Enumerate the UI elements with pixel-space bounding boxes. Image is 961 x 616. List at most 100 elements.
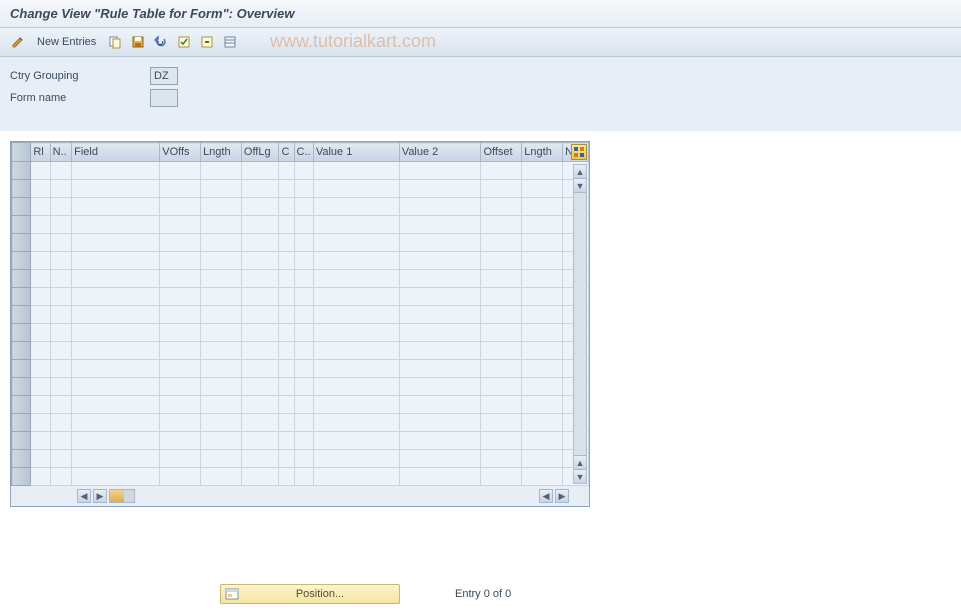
table-cell[interactable] <box>481 432 522 450</box>
col-header-rl[interactable]: Rl <box>31 143 50 162</box>
table-cell[interactable] <box>241 180 279 198</box>
table-cell[interactable] <box>160 414 201 432</box>
col-header-lngth[interactable]: Lngth <box>201 143 242 162</box>
col-header-val1[interactable]: Value 1 <box>313 143 399 162</box>
new-entries-button[interactable]: New Entries <box>31 34 102 50</box>
row-selector[interactable] <box>12 216 31 234</box>
table-cell[interactable] <box>50 324 71 342</box>
table-cell[interactable] <box>160 180 201 198</box>
table-cell[interactable] <box>313 162 399 180</box>
table-cell[interactable] <box>313 432 399 450</box>
table-cell[interactable] <box>481 414 522 432</box>
hscroll-thumb[interactable] <box>110 490 124 502</box>
table-cell[interactable] <box>201 270 242 288</box>
table-cell[interactable] <box>201 396 242 414</box>
table-cell[interactable] <box>50 234 71 252</box>
table-cell[interactable] <box>201 324 242 342</box>
table-cell[interactable] <box>31 234 50 252</box>
table-cell[interactable] <box>31 180 50 198</box>
table-cell[interactable] <box>241 306 279 324</box>
table-cell[interactable] <box>50 432 71 450</box>
table-cell[interactable] <box>279 180 294 198</box>
table-cell[interactable] <box>399 396 481 414</box>
scroll-up-icon[interactable]: ▲ <box>574 165 586 179</box>
table-cell[interactable] <box>481 288 522 306</box>
table-cell[interactable] <box>279 162 294 180</box>
table-cell[interactable] <box>522 216 563 234</box>
table-cell[interactable] <box>481 396 522 414</box>
table-cell[interactable] <box>313 270 399 288</box>
table-cell[interactable] <box>313 378 399 396</box>
table-cell[interactable] <box>294 162 313 180</box>
table-cell[interactable] <box>522 288 563 306</box>
col-header-lngth2[interactable]: Lngth <box>522 143 563 162</box>
table-cell[interactable] <box>313 288 399 306</box>
table-config-icon[interactable] <box>571 144 587 160</box>
table-cell[interactable] <box>279 342 294 360</box>
table-cell[interactable] <box>481 360 522 378</box>
table-cell[interactable] <box>241 162 279 180</box>
table-cell[interactable] <box>522 234 563 252</box>
table-cell[interactable] <box>522 198 563 216</box>
row-selector[interactable] <box>12 378 31 396</box>
table-cell[interactable] <box>241 288 279 306</box>
table-cell[interactable] <box>50 378 71 396</box>
row-selector[interactable] <box>12 198 31 216</box>
table-cell[interactable] <box>31 162 50 180</box>
table-cell[interactable] <box>279 324 294 342</box>
row-selector[interactable] <box>12 414 31 432</box>
table-cell[interactable] <box>50 270 71 288</box>
table-cell[interactable] <box>201 288 242 306</box>
table-cell[interactable] <box>522 252 563 270</box>
table-cell[interactable] <box>279 450 294 468</box>
table-cell[interactable] <box>160 324 201 342</box>
table-cell[interactable] <box>522 450 563 468</box>
table-cell[interactable] <box>72 414 160 432</box>
deselect-all-icon[interactable] <box>197 32 217 52</box>
table-cell[interactable] <box>201 378 242 396</box>
col-header-c1[interactable]: C <box>279 143 294 162</box>
table-cell[interactable] <box>481 450 522 468</box>
table-cell[interactable] <box>399 162 481 180</box>
table-cell[interactable] <box>72 198 160 216</box>
row-selector[interactable] <box>12 396 31 414</box>
table-cell[interactable] <box>481 234 522 252</box>
table-cell[interactable] <box>481 252 522 270</box>
table-cell[interactable] <box>294 324 313 342</box>
table-cell[interactable] <box>50 396 71 414</box>
row-selector[interactable] <box>12 270 31 288</box>
copy-icon[interactable] <box>105 32 125 52</box>
table-cell[interactable] <box>72 270 160 288</box>
ctry-grouping-field[interactable] <box>150 67 178 85</box>
table-cell[interactable] <box>160 450 201 468</box>
table-cell[interactable] <box>481 324 522 342</box>
table-cell[interactable] <box>522 162 563 180</box>
table-cell[interactable] <box>72 288 160 306</box>
table-cell[interactable] <box>72 468 160 486</box>
table-cell[interactable] <box>399 432 481 450</box>
table-cell[interactable] <box>522 360 563 378</box>
table-cell[interactable] <box>72 432 160 450</box>
table-cell[interactable] <box>481 468 522 486</box>
table-cell[interactable] <box>31 270 50 288</box>
table-cell[interactable] <box>31 252 50 270</box>
table-cell[interactable] <box>201 468 242 486</box>
table-cell[interactable] <box>399 360 481 378</box>
table-cell[interactable] <box>160 198 201 216</box>
table-cell[interactable] <box>399 234 481 252</box>
table-cell[interactable] <box>31 360 50 378</box>
table-cell[interactable] <box>72 234 160 252</box>
table-cell[interactable] <box>294 180 313 198</box>
table-cell[interactable] <box>160 396 201 414</box>
table-cell[interactable] <box>279 216 294 234</box>
table-cell[interactable] <box>241 378 279 396</box>
table-cell[interactable] <box>72 324 160 342</box>
table-cell[interactable] <box>294 468 313 486</box>
table-cell[interactable] <box>313 234 399 252</box>
table-cell[interactable] <box>72 378 160 396</box>
col-header-field[interactable]: Field <box>72 143 160 162</box>
table-cell[interactable] <box>160 432 201 450</box>
table-cell[interactable] <box>201 234 242 252</box>
table-cell[interactable] <box>201 180 242 198</box>
table-cell[interactable] <box>50 216 71 234</box>
